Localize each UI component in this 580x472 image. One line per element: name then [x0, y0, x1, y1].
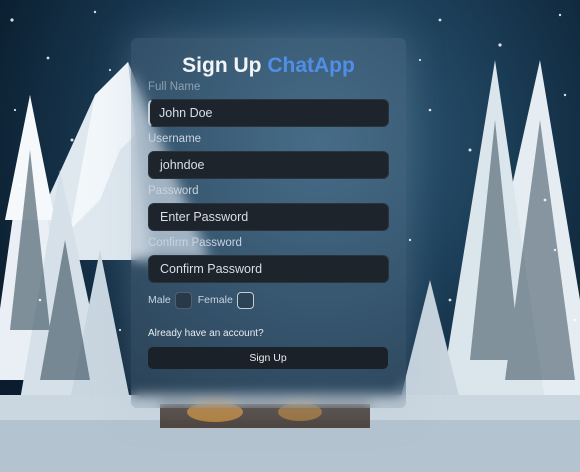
title-text: Sign Up [182, 54, 262, 77]
username-label: Username [148, 133, 202, 145]
signup-card: Sign Up ChatApp Full Name John Doe Usern… [131, 38, 406, 408]
confirm-password-label: Confirm Password [148, 237, 242, 249]
login-link[interactable]: Already have an account? [148, 327, 389, 341]
password-input[interactable]: Enter Password [148, 203, 389, 231]
page-title: Sign Up ChatApp [148, 52, 389, 80]
brand-name: ChatApp [267, 54, 355, 77]
password-label: Password [148, 185, 199, 197]
female-checkbox[interactable] [236, 291, 254, 309]
male-label: Male [148, 294, 171, 306]
full-name-input[interactable]: John Doe [148, 99, 389, 127]
full-name-label: Full Name [148, 81, 201, 93]
female-label: Female [197, 294, 233, 306]
username-input[interactable]: johndoe [148, 151, 389, 179]
confirm-password-input[interactable]: Confirm Password [148, 255, 389, 283]
gender-selector: Male Female [148, 291, 389, 309]
male-checkbox[interactable] [174, 291, 192, 309]
gender-option-female[interactable]: Female [197, 291, 254, 309]
signup-button[interactable]: Sign Up [148, 347, 388, 369]
gender-option-male[interactable]: Male [148, 291, 192, 309]
